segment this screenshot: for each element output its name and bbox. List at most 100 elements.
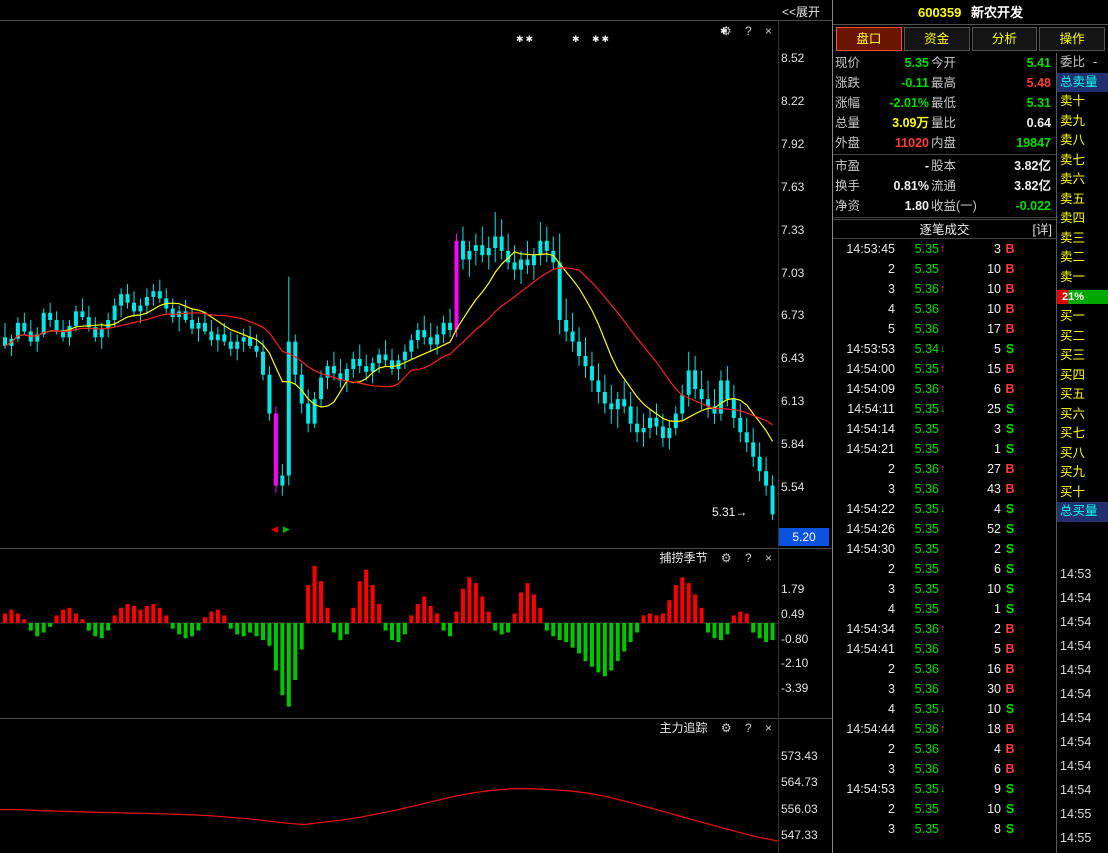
- settings-gear-icon[interactable]: ⚙: [721, 551, 732, 566]
- tick-trade-row[interactable]: 35.358S: [833, 819, 1056, 839]
- tab-盘口[interactable]: 盘口: [836, 27, 902, 51]
- close-icon[interactable]: ×: [765, 24, 772, 39]
- tick-trades-list[interactable]: 14:53:455.35↑3B25.3510B35.36↑10B45.3610B…: [833, 239, 1056, 853]
- tab-操作[interactable]: 操作: [1039, 27, 1105, 51]
- quote-label: 量比: [931, 113, 997, 133]
- help-icon[interactable]: ?: [745, 551, 752, 566]
- tick-trade-row[interactable]: 14:54:415.365B: [833, 639, 1056, 659]
- tick-trade-row[interactable]: 55.3617B: [833, 319, 1056, 339]
- tick-trade-row[interactable]: 45.35↓10S: [833, 699, 1056, 719]
- quote-value: -: [869, 156, 931, 176]
- tick-price: 5.36: [895, 479, 939, 499]
- tick-trade-row[interactable]: 14:54:115.35↓25S: [833, 399, 1056, 419]
- tick-trade-row[interactable]: 25.3510B: [833, 259, 1056, 279]
- sell-level[interactable]: 卖二: [1057, 248, 1108, 268]
- buy-level[interactable]: 买十: [1057, 483, 1108, 503]
- tab-资金[interactable]: 资金: [904, 27, 970, 51]
- tick-trade-row[interactable]: 14:54:345.36↑2B: [833, 619, 1056, 639]
- main-force-line-chart[interactable]: [0, 719, 778, 853]
- buy-level[interactable]: 买五: [1057, 385, 1108, 405]
- sell-level[interactable]: 卖九: [1057, 112, 1108, 132]
- tick-price: 5.35: [895, 239, 939, 259]
- tick-trade-row[interactable]: 25.364B: [833, 739, 1056, 759]
- quote-row: 换手0.81%流通3.82亿: [833, 176, 1056, 196]
- tick-trade-row[interactable]: 14:54:305.352S: [833, 539, 1056, 559]
- collapse-toggle[interactable]: <<展开: [782, 3, 820, 20]
- tick-trade-row[interactable]: 14:53:455.35↑3B: [833, 239, 1056, 259]
- help-icon[interactable]: ?: [745, 721, 752, 736]
- sell-level[interactable]: 卖四: [1057, 209, 1108, 229]
- tick-direction-arrow-icon: ↓: [939, 339, 951, 359]
- tick-direction-arrow-icon: [939, 679, 951, 699]
- tick-price: 5.36: [895, 739, 939, 759]
- buy-level[interactable]: 买九: [1057, 463, 1108, 483]
- settings-gear-icon[interactable]: ⚙: [721, 721, 732, 736]
- help-icon[interactable]: ?: [745, 24, 752, 39]
- tick-trade-row[interactable]: 14:54:265.3552S: [833, 519, 1056, 539]
- minute-time: 14:55: [1057, 802, 1108, 826]
- tick-direction-arrow-icon: [939, 559, 951, 579]
- quote-label: 外盘: [835, 133, 869, 153]
- tick-trade-row[interactable]: 14:54:445.36↑18B: [833, 719, 1056, 739]
- close-icon[interactable]: ×: [765, 551, 772, 566]
- buy-level[interactable]: 买七: [1057, 424, 1108, 444]
- indicator-bar-chart[interactable]: [0, 549, 778, 718]
- tick-trade-row[interactable]: 35.3630B: [833, 679, 1056, 699]
- sell-level[interactable]: 卖六: [1057, 170, 1108, 190]
- tick-time: 2: [835, 559, 895, 579]
- quote-row: 外盘11020内盘19847: [833, 133, 1056, 153]
- sell-level[interactable]: 卖五: [1057, 190, 1108, 210]
- quote-separator: [833, 217, 1056, 218]
- tick-trade-row[interactable]: 14:54:535.35↓9S: [833, 779, 1056, 799]
- tick-trade-row[interactable]: 25.3616B: [833, 659, 1056, 679]
- tick-trade-row[interactable]: 14:54:095.36↑6B: [833, 379, 1056, 399]
- tick-trade-row[interactable]: 14:54:225.35↓4S: [833, 499, 1056, 519]
- tick-trade-row[interactable]: 35.3510S: [833, 579, 1056, 599]
- tick-side: S: [1001, 579, 1019, 599]
- axis-label: 547.33: [781, 828, 818, 842]
- tick-time: 14:54:11: [835, 399, 895, 419]
- buy-level[interactable]: 买一: [1057, 307, 1108, 327]
- sell-level[interactable]: 卖七: [1057, 151, 1108, 171]
- buy-level[interactable]: 买三: [1057, 346, 1108, 366]
- tick-trade-row[interactable]: 25.356S: [833, 559, 1056, 579]
- panel-tabs: 盘口资金分析操作: [836, 27, 1105, 51]
- buy-level[interactable]: 买四: [1057, 366, 1108, 386]
- buy-level[interactable]: 买二: [1057, 327, 1108, 347]
- tick-trade-row[interactable]: 35.3643B: [833, 479, 1056, 499]
- tick-trade-row[interactable]: 45.351S: [833, 599, 1056, 619]
- sell-level[interactable]: 卖三: [1057, 229, 1108, 249]
- tick-detail-link[interactable]: [详]: [1033, 220, 1052, 240]
- tick-trade-row[interactable]: 25.3510S: [833, 799, 1056, 819]
- tick-trade-row[interactable]: 14:54:005.35↑15B: [833, 359, 1056, 379]
- tick-trade-row[interactable]: 35.36↑10B: [833, 279, 1056, 299]
- quote-body: 现价5.35今开5.41涨跌-0.11最高5.48涨幅-2.01%最低5.31总…: [833, 53, 1108, 853]
- axis-label: 8.22: [781, 94, 804, 108]
- tick-trade-row[interactable]: 45.3610B: [833, 299, 1056, 319]
- sell-level[interactable]: 卖八: [1057, 131, 1108, 151]
- minute-time: 14:54: [1057, 778, 1108, 802]
- tick-side: S: [1001, 519, 1019, 539]
- tick-side: B: [1001, 379, 1019, 399]
- tick-trade-row[interactable]: 25.36↑27B: [833, 459, 1056, 479]
- tick-trade-row[interactable]: 14:54:145.353S: [833, 419, 1056, 439]
- tick-trade-row[interactable]: 14:53:535.34↓5S: [833, 339, 1056, 359]
- sell-level[interactable]: 卖一: [1057, 268, 1108, 288]
- tick-time: 5: [835, 319, 895, 339]
- tick-volume: 10: [951, 699, 1001, 719]
- tick-trade-row[interactable]: 35.366B: [833, 759, 1056, 779]
- tick-side: B: [1001, 639, 1019, 659]
- buy-level[interactable]: 买六: [1057, 405, 1108, 425]
- tick-volume: 6: [951, 379, 1001, 399]
- buy-level[interactable]: 买八: [1057, 444, 1108, 464]
- tick-time: 14:54:30: [835, 539, 895, 559]
- candlestick-chart[interactable]: [0, 20, 778, 548]
- close-icon[interactable]: ×: [765, 721, 772, 736]
- tick-volume: 17: [951, 319, 1001, 339]
- tick-trade-row[interactable]: 14:54:215.351S: [833, 439, 1056, 459]
- sell-level[interactable]: 卖十: [1057, 92, 1108, 112]
- tab-分析[interactable]: 分析: [972, 27, 1038, 51]
- quote-row: 净资1.80收益(一)-0.022: [833, 196, 1056, 216]
- total-sell-row: 总卖量: [1057, 73, 1108, 93]
- chart-signal-star-icon: ✱: [720, 26, 730, 37]
